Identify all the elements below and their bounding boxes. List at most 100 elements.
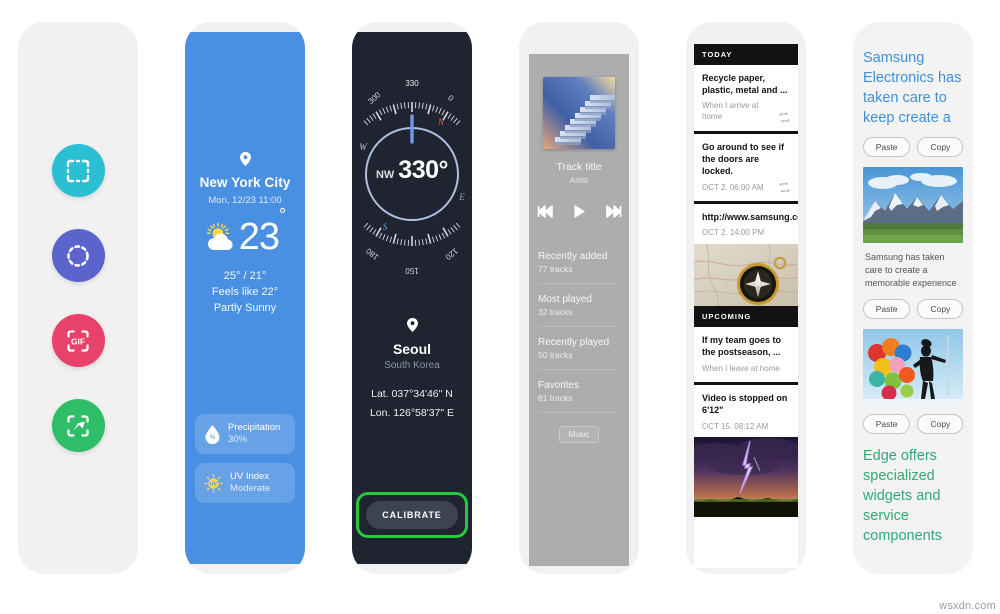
copy-button[interactable]: Copy [917,137,964,157]
compass-dial[interactable]: 330 300 0 150 180 120 N E S W NW 330° [352,54,472,294]
svg-text:300: 300 [366,90,382,106]
svg-text:N: N [437,117,445,127]
reminders-panel: TODAY Recycle paper, plastic, metal and … [686,22,806,574]
compass-city: Seoul [392,341,432,357]
location-pin-icon [406,318,418,337]
gif-capture-button[interactable]: GIF [51,314,105,367]
clipboard-content: Samsung Electronics has taken care to ke… [853,22,973,574]
tool-button-list: GIF [18,22,138,574]
reminder-item[interactable]: Go around to see if the doors are locked… [694,133,798,205]
playlist-count: 50 tracks [538,350,573,360]
repeat-icon [779,112,790,123]
playlist-list: Recently added 77 tracks Most played 32 … [529,241,629,443]
reminder-title: Go around to see if the doors are locked… [702,141,785,177]
precipitation-drop-icon: % [205,425,220,444]
calibrate-button[interactable]: CALIBRATE [366,501,458,529]
playback-controls [537,204,622,219]
calibrate-highlight: CALIBRATE [356,492,468,538]
screenshot-tools-panel: GIF [18,22,138,574]
clipboard-panel: Samsung Electronics has taken care to ke… [853,22,973,574]
reminder-meta: OCT 2. 14:00 PM [702,228,790,239]
play-icon[interactable] [573,204,586,219]
reminder-meta: OCT 15. 08:12 AM [702,422,790,433]
compass-coordinates: Lat. 037°34'46" N Lon. 126°58'37" E [370,385,454,424]
reminder-title: Video is stopped on 6'12" [702,393,788,416]
reminder-meta: When I arrive at home [702,101,790,123]
copy-button[interactable]: Copy [917,414,964,435]
weather-card-uv[interactable]: UV UV Index Moderate [195,463,295,503]
compass-country: South Korea [384,360,440,371]
reminder-item[interactable]: Recycle paper, plastic, metal and ... Wh… [694,65,798,134]
list-item[interactable]: Favorites 81 tracks [538,370,620,413]
track-artist: Artist [569,176,589,185]
svg-text:GIF: GIF [71,336,85,346]
playlist-name: Favorites [538,380,580,391]
clipboard-actions: Paste Copy [862,414,964,435]
playlist-count: 77 tracks [538,264,573,274]
clipboard-text-block: Edge offers specialized widgets and serv… [863,448,942,545]
freeform-capture-button[interactable] [51,229,105,282]
music-footer: Music [538,426,620,443]
reminder-meta-text: OCT 2. 06:00 AM [702,182,764,192]
svg-text:W: W [359,142,368,152]
section-header-today: TODAY [694,44,798,65]
playlist-name: Recently added [538,251,608,262]
weather-card: New York City Mon, 12/23 11:00 23° 25° /… [185,32,305,564]
music-card: Track title Artist Recently added 77 tra… [529,54,629,566]
gif-capture-icon: GIF [67,329,89,352]
weather-condition: Partly Sunny [213,302,277,314]
uv-label: UV Index [230,471,270,483]
music-panel: Track title Artist Recently added 77 tra… [519,22,639,574]
reminder-title: http://www.samsung.com [702,212,798,223]
repeat-icon [779,182,790,193]
reminder-item[interactable]: If my team goes to the postseason, ... W… [694,327,798,386]
svg-text:150: 150 [405,266,419,275]
svg-text:180: 180 [364,246,380,262]
compass-card: 330 300 0 150 180 120 N E S W NW 330° Se… [352,32,472,564]
clipboard-text-block: Samsung Electronics has taken care to ke… [863,50,962,126]
balloons-girl-photo [863,329,963,406]
sun-behind-cloud-icon [206,222,233,250]
paste-button[interactable]: Paste [862,137,911,157]
skip-forward-icon[interactable] [605,205,622,218]
album-art [543,77,615,149]
reminder-title: Recycle paper, plastic, metal and ... [702,73,788,96]
reminder-meta-text: OCT 15. 08:12 AM [702,421,769,431]
watermark: wsxdn.com [939,600,996,612]
weather-card-precipitation[interactable]: % Precipitation 30% [195,414,295,454]
copy-button[interactable]: Copy [917,299,964,320]
playlist-name: Most played [538,294,592,305]
reminder-meta-text: OCT 2. 14:00 PM [702,228,765,238]
weather-current: 23° [205,206,286,256]
location-pin-icon [239,152,251,171]
dashed-circle-icon [67,244,89,267]
compass-latitude: Lat. 037°34'46" N [371,388,453,400]
clipboard-caption: Samsung has taken care to create a memor… [865,252,957,289]
svg-text:%: % [210,435,216,441]
compass-degrees: 330° [398,156,449,184]
section-header-upcoming: UPCOMING [694,306,798,328]
reminder-item[interactable]: http://www.samsung.com OCT 2. 14:00 PM [694,204,798,245]
list-item[interactable]: Recently played 50 tracks [538,327,620,370]
pin-capture-button[interactable] [51,399,105,452]
clipboard-actions: Paste Copy [862,299,964,320]
rectangle-capture-button[interactable] [51,144,105,197]
weather-feels-like: Feels like 22° [211,286,279,298]
reminder-item[interactable]: Video is stopped on 6'12" OCT 15. 08:12 … [694,385,798,438]
paste-button[interactable]: Paste [862,414,911,435]
compass-longitude: Lon. 126°58'37" E [369,407,455,420]
svg-text:0: 0 [446,93,456,103]
precipitation-label: Precipitation [228,422,281,434]
paste-button[interactable]: Paste [862,299,911,320]
playlist-count: 81 tracks [538,393,573,403]
skip-back-icon[interactable] [537,205,553,218]
music-app-chip[interactable]: Music [558,426,600,443]
playlist-count: 32 tracks [538,307,573,317]
pin-capture-icon [67,414,89,437]
weather-high-low: 25° / 21° [223,270,267,282]
list-item[interactable]: Most played 32 tracks [538,284,620,327]
list-item[interactable]: Recently added 77 tracks [538,241,620,284]
dashed-square-icon [66,159,90,182]
reminders-list: TODAY Recycle paper, plastic, metal and … [694,44,798,568]
screenshot-root: GIF New York City Mon, 12/23 11:00 23° 2… [0,0,1000,614]
